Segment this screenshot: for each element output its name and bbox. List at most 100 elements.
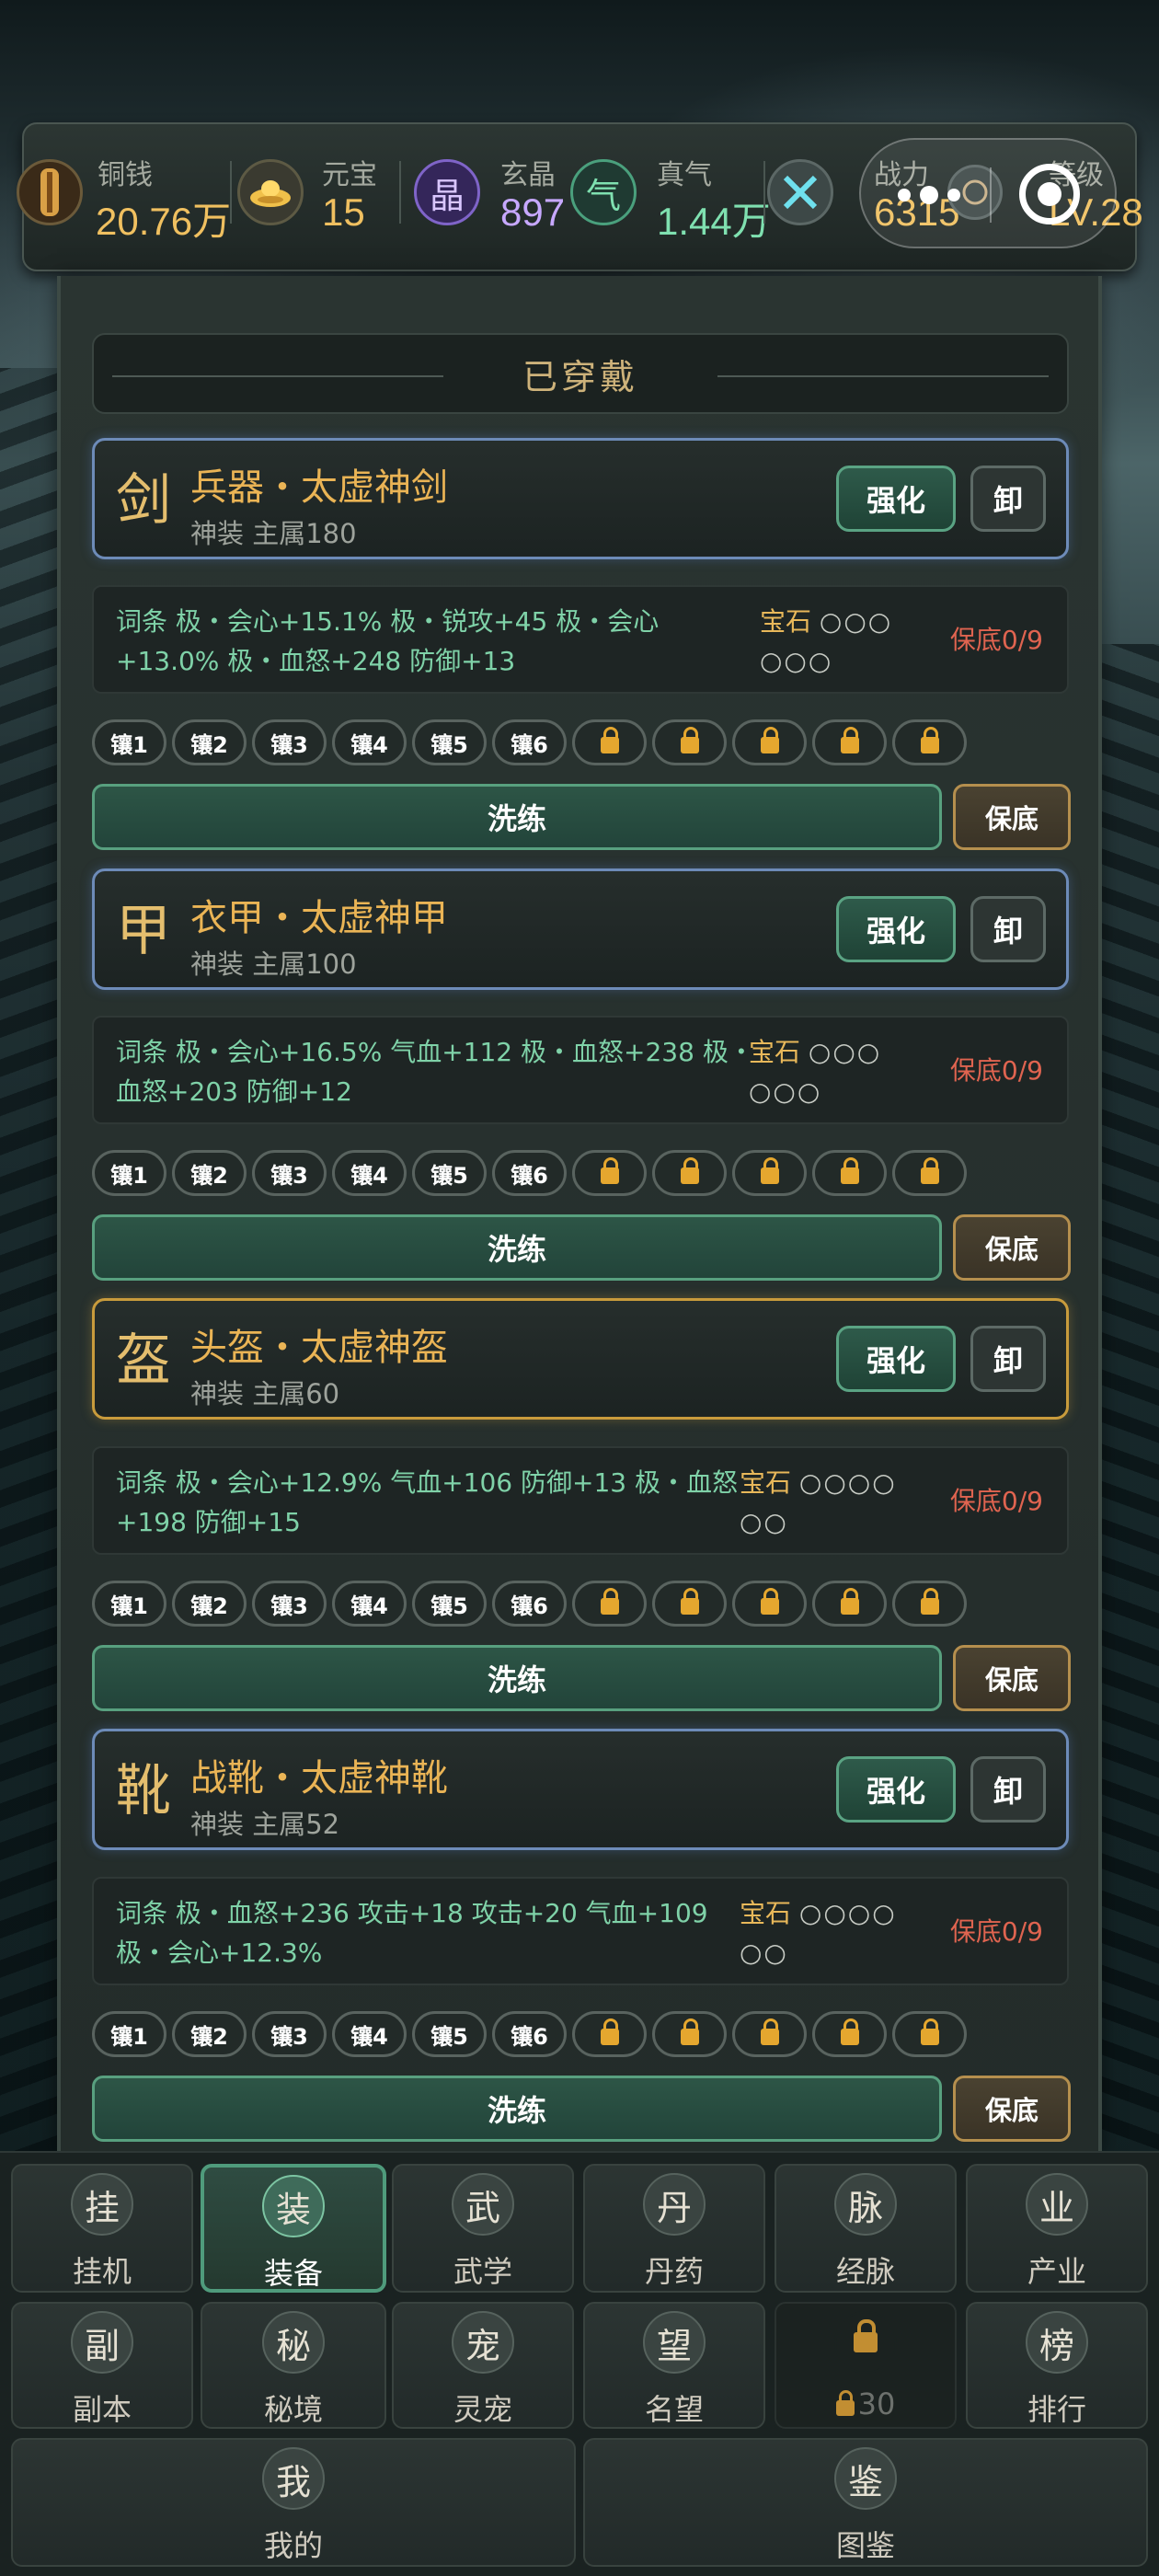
refine-button[interactable]: 洗练 bbox=[92, 1214, 942, 1281]
socket-slot-2[interactable]: 镶2 bbox=[172, 1581, 247, 1627]
equipped-item-boots[interactable]: 靴 战靴・太虚神靴 神装 主属52 强化 卸 bbox=[92, 1729, 1069, 1850]
socket-slot-4[interactable]: 镶4 bbox=[332, 1150, 407, 1196]
resource-label: 元宝 bbox=[322, 159, 377, 191]
refine-button[interactable]: 洗练 bbox=[92, 784, 942, 850]
nav-item-meridians[interactable]: 脉 经脉 bbox=[775, 2164, 957, 2293]
resource-label: 真气 bbox=[657, 159, 712, 191]
socket-slot-3[interactable]: 镶3 bbox=[252, 719, 327, 765]
socket-slot-3[interactable]: 镶3 bbox=[252, 2011, 327, 2057]
more-menu-icon[interactable] bbox=[898, 177, 971, 213]
small-lock-icon bbox=[835, 2390, 855, 2416]
locked-slot[interactable] bbox=[892, 1150, 967, 1196]
locked-slot[interactable] bbox=[652, 1150, 727, 1196]
socket-slot-1[interactable]: 镶1 bbox=[92, 719, 166, 765]
locked-slot[interactable] bbox=[652, 719, 727, 765]
socket-slot-1[interactable]: 镶1 bbox=[92, 1150, 166, 1196]
enhance-button[interactable]: 强化 bbox=[836, 1756, 956, 1823]
socket-slot-6[interactable]: 镶6 bbox=[492, 719, 567, 765]
socket-slot-4[interactable]: 镶4 bbox=[332, 1581, 407, 1627]
locked-slot[interactable] bbox=[892, 719, 967, 765]
equipped-item-weapon[interactable]: 剑 兵器・太虚神剑 神装 主属180 强化 卸 bbox=[92, 438, 1069, 559]
socket-slot-3[interactable]: 镶3 bbox=[252, 1581, 327, 1627]
socket-slot-5[interactable]: 镶5 bbox=[412, 2011, 487, 2057]
unequip-button[interactable]: 卸 bbox=[970, 1756, 1046, 1823]
nav-item-pills[interactable]: 丹 丹药 bbox=[583, 2164, 765, 2293]
lock-icon bbox=[920, 727, 939, 753]
copper-coin-icon bbox=[17, 159, 83, 225]
nav-item-dungeon[interactable]: 副 副本 bbox=[11, 2302, 193, 2429]
locked-slot[interactable] bbox=[732, 2011, 807, 2057]
lock-icon bbox=[600, 2018, 619, 2045]
locked-slot[interactable] bbox=[812, 2011, 887, 2057]
socket-slot-5[interactable]: 镶5 bbox=[412, 1581, 487, 1627]
enhance-button[interactable]: 强化 bbox=[836, 896, 956, 962]
codex-icon: 鉴 bbox=[834, 2447, 897, 2510]
socket-slot-2[interactable]: 镶2 bbox=[172, 2011, 247, 2057]
equipped-item-armor[interactable]: 甲 衣甲・太虚神甲 神装 主属100 强化 卸 bbox=[92, 868, 1069, 990]
enhance-button[interactable]: 强化 bbox=[836, 1326, 956, 1392]
refine-button[interactable]: 洗练 bbox=[92, 2076, 942, 2142]
pill-icon: 丹 bbox=[643, 2173, 706, 2236]
idle-icon: 挂 bbox=[71, 2173, 133, 2236]
locked-slot[interactable] bbox=[652, 1581, 727, 1627]
refine-button[interactable]: 洗练 bbox=[92, 1645, 942, 1711]
nav-item-locked[interactable]: 30 bbox=[775, 2302, 957, 2429]
locked-slot[interactable] bbox=[572, 1581, 647, 1627]
resource-value: 1.44万 bbox=[657, 200, 771, 243]
locked-slot[interactable] bbox=[652, 2011, 727, 2057]
unequip-button[interactable]: 卸 bbox=[970, 466, 1046, 532]
gem-label: 宝石 bbox=[740, 1898, 792, 1928]
locked-slot[interactable] bbox=[732, 1150, 807, 1196]
guarantee-button[interactable]: 保底 bbox=[953, 2076, 1071, 2142]
gem-label: 宝石 bbox=[749, 1037, 801, 1067]
locked-slot[interactable] bbox=[812, 1150, 887, 1196]
socket-slot-1[interactable]: 镶1 bbox=[92, 2011, 166, 2057]
locked-slot[interactable] bbox=[572, 2011, 647, 2057]
enhance-button[interactable]: 强化 bbox=[836, 466, 956, 532]
socket-slot-6[interactable]: 镶6 bbox=[492, 1581, 567, 1627]
locked-slot[interactable] bbox=[572, 719, 647, 765]
item-glyph: 甲 bbox=[116, 899, 171, 963]
nav-item-reputation[interactable]: 望 名望 bbox=[583, 2302, 765, 2429]
locked-slot[interactable] bbox=[812, 1581, 887, 1627]
locked-slot[interactable] bbox=[892, 1581, 967, 1627]
socket-slot-4[interactable]: 镶4 bbox=[332, 719, 407, 765]
unequip-button[interactable]: 卸 bbox=[970, 896, 1046, 962]
socket-slot-2[interactable]: 镶2 bbox=[172, 719, 247, 765]
stat-lines: 词条 极・会心+12.9% 气血+106 防御+13 极・血怒+198 防御+1… bbox=[116, 1467, 739, 1537]
close-target-icon[interactable] bbox=[1019, 164, 1080, 224]
locked-slot[interactable] bbox=[732, 1581, 807, 1627]
socket-slot-2[interactable]: 镶2 bbox=[172, 1150, 247, 1196]
unequip-button[interactable]: 卸 bbox=[970, 1326, 1046, 1392]
nav-item-pets[interactable]: 宠 灵宠 bbox=[392, 2302, 574, 2429]
nav-item-me[interactable]: 我 我的 bbox=[11, 2438, 576, 2567]
nav-item-secret-realm[interactable]: 秘 秘境 bbox=[201, 2302, 386, 2429]
item-glyph: 剑 bbox=[116, 468, 171, 533]
socket-slot-4[interactable]: 镶4 bbox=[332, 2011, 407, 2057]
socket-slot-1[interactable]: 镶1 bbox=[92, 1581, 166, 1627]
guarantee-button[interactable]: 保底 bbox=[953, 1214, 1071, 1281]
locked-slot[interactable] bbox=[572, 1150, 647, 1196]
lock-icon bbox=[760, 2018, 779, 2045]
locked-slot[interactable] bbox=[892, 2011, 967, 2057]
socket-slot-6[interactable]: 镶6 bbox=[492, 1150, 567, 1196]
socket-slot-6[interactable]: 镶6 bbox=[492, 2011, 567, 2057]
nav-item-martial[interactable]: 武 武学 bbox=[392, 2164, 574, 2293]
item-glyph: 盔 bbox=[116, 1328, 171, 1393]
guarantee-button[interactable]: 保底 bbox=[953, 1645, 1071, 1711]
item-name: 头盔・太虚神盔 bbox=[190, 1327, 448, 1369]
socket-slot-5[interactable]: 镶5 bbox=[412, 719, 487, 765]
nav-item-equipment[interactable]: 装 装备 bbox=[201, 2164, 386, 2293]
nav-item-ranking[interactable]: 榜 排行 bbox=[966, 2302, 1148, 2429]
equipped-item-helmet[interactable]: 盔 头盔・太虚神盔 神装 主属60 强化 卸 bbox=[92, 1298, 1069, 1420]
guarantee-button[interactable]: 保底 bbox=[953, 784, 1071, 850]
gem-sockets: 宝石 ○○○ ○○○ bbox=[749, 1032, 942, 1111]
locked-slot[interactable] bbox=[732, 719, 807, 765]
socket-slot-5[interactable]: 镶5 bbox=[412, 1150, 487, 1196]
nav-item-industry[interactable]: 业 产业 bbox=[966, 2164, 1148, 2293]
socket-slot-3[interactable]: 镶3 bbox=[252, 1150, 327, 1196]
locked-slot[interactable] bbox=[812, 719, 887, 765]
nav-item-codex[interactable]: 鉴 图鉴 bbox=[583, 2438, 1148, 2567]
industry-icon: 业 bbox=[1026, 2173, 1088, 2236]
nav-item-idle[interactable]: 挂 挂机 bbox=[11, 2164, 193, 2293]
